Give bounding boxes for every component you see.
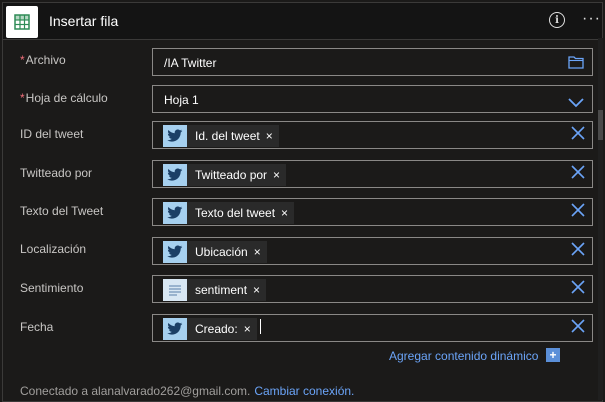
- field-label-texto-tweet: Texto del Tweet: [20, 204, 104, 218]
- texto-tweet-input[interactable]: Texto del tweet ×: [152, 198, 593, 226]
- token-label: Twitteado por: [195, 168, 268, 182]
- id-tweet-input[interactable]: Id. del tweet ×: [152, 121, 593, 149]
- hoja-dropdown[interactable]: Hoja 1: [152, 85, 593, 113]
- required-marker: *: [20, 53, 25, 67]
- twitter-icon: [163, 241, 187, 263]
- field-label-sentimiento: Sentimiento: [20, 281, 84, 295]
- remove-field-icon[interactable]: [570, 125, 586, 141]
- remove-token-icon[interactable]: ×: [253, 283, 260, 297]
- field-label-text: Hoja de cálculo: [25, 91, 108, 105]
- twitter-icon: [163, 202, 187, 224]
- text-analytics-icon: [163, 279, 187, 301]
- dynamic-token[interactable]: Creado: ×: [163, 318, 257, 340]
- twitter-icon: [163, 164, 187, 186]
- twitter-icon: [163, 318, 187, 340]
- remove-field-icon[interactable]: [570, 279, 586, 295]
- archivo-input[interactable]: /IA Twitter: [152, 48, 593, 76]
- remove-token-icon[interactable]: ×: [254, 245, 261, 259]
- card-title: Insertar fila: [49, 13, 119, 29]
- add-dynamic-content-icon[interactable]: +: [546, 348, 560, 362]
- insert-row-card: Insertar fila i ··· *Archivo /IA Twitter…: [2, 2, 603, 402]
- twitter-icon: [163, 125, 187, 147]
- connection-text: Conectado a alanalvarado262@gmail.com.: [20, 384, 251, 398]
- scrollbar-thumb[interactable]: [598, 110, 603, 140]
- localizacion-input[interactable]: Ubicación ×: [152, 237, 593, 265]
- required-marker: *: [20, 91, 25, 105]
- field-label-id-tweet: ID del tweet: [20, 127, 84, 141]
- token-label: sentiment: [195, 283, 248, 297]
- dynamic-token[interactable]: sentiment ×: [163, 279, 267, 301]
- field-label-localizacion: Localización: [20, 242, 87, 256]
- field-label-fecha: Fecha: [20, 320, 54, 334]
- field-label-hoja: *Hoja de cálculo: [20, 91, 108, 105]
- dynamic-token[interactable]: Texto del tweet ×: [163, 202, 295, 224]
- remove-token-icon[interactable]: ×: [281, 206, 288, 220]
- connection-footer: Conectado a alanalvarado262@gmail.com. Ca…: [20, 384, 354, 398]
- text-caret: [260, 319, 261, 334]
- token-label: Creado:: [195, 322, 238, 336]
- archivo-value: /IA Twitter: [164, 56, 217, 70]
- folder-icon[interactable]: [568, 55, 584, 74]
- scrollbar-track[interactable]: [598, 38, 603, 400]
- change-connection-link[interactable]: Cambiar conexión.: [254, 384, 354, 398]
- field-label-text: Archivo: [25, 53, 66, 67]
- chevron-down-icon[interactable]: [568, 95, 584, 113]
- excel-table-icon: [6, 6, 38, 38]
- add-dynamic-content-link[interactable]: Agregar contenido dinámico: [389, 349, 538, 363]
- remove-token-icon[interactable]: ×: [266, 129, 273, 143]
- remove-field-icon[interactable]: [570, 164, 586, 180]
- sentimiento-input[interactable]: sentiment ×: [152, 275, 593, 303]
- token-label: Ubicación: [195, 245, 248, 259]
- info-icon[interactable]: i: [549, 12, 565, 28]
- remove-field-icon[interactable]: [570, 202, 586, 218]
- remove-field-icon[interactable]: [570, 241, 586, 257]
- token-label: Texto del tweet: [195, 206, 276, 220]
- fecha-input[interactable]: Creado: ×: [152, 314, 593, 342]
- remove-token-icon[interactable]: ×: [244, 322, 251, 336]
- card-header[interactable]: Insertar fila i ···: [3, 3, 602, 40]
- hoja-value: Hoja 1: [164, 93, 199, 107]
- dynamic-token[interactable]: Id. del tweet ×: [163, 125, 279, 147]
- remove-field-icon[interactable]: [570, 318, 586, 334]
- dynamic-token[interactable]: Ubicación ×: [163, 241, 267, 263]
- dynamic-token[interactable]: Twitteado por ×: [163, 164, 287, 186]
- field-label-twitteado-por: Twitteado por: [20, 166, 93, 180]
- field-label-archivo: *Archivo: [20, 53, 66, 67]
- more-options-icon[interactable]: ···: [582, 10, 601, 28]
- remove-token-icon[interactable]: ×: [273, 168, 280, 182]
- twitteado-por-input[interactable]: Twitteado por ×: [152, 160, 593, 188]
- token-label: Id. del tweet: [195, 129, 260, 143]
